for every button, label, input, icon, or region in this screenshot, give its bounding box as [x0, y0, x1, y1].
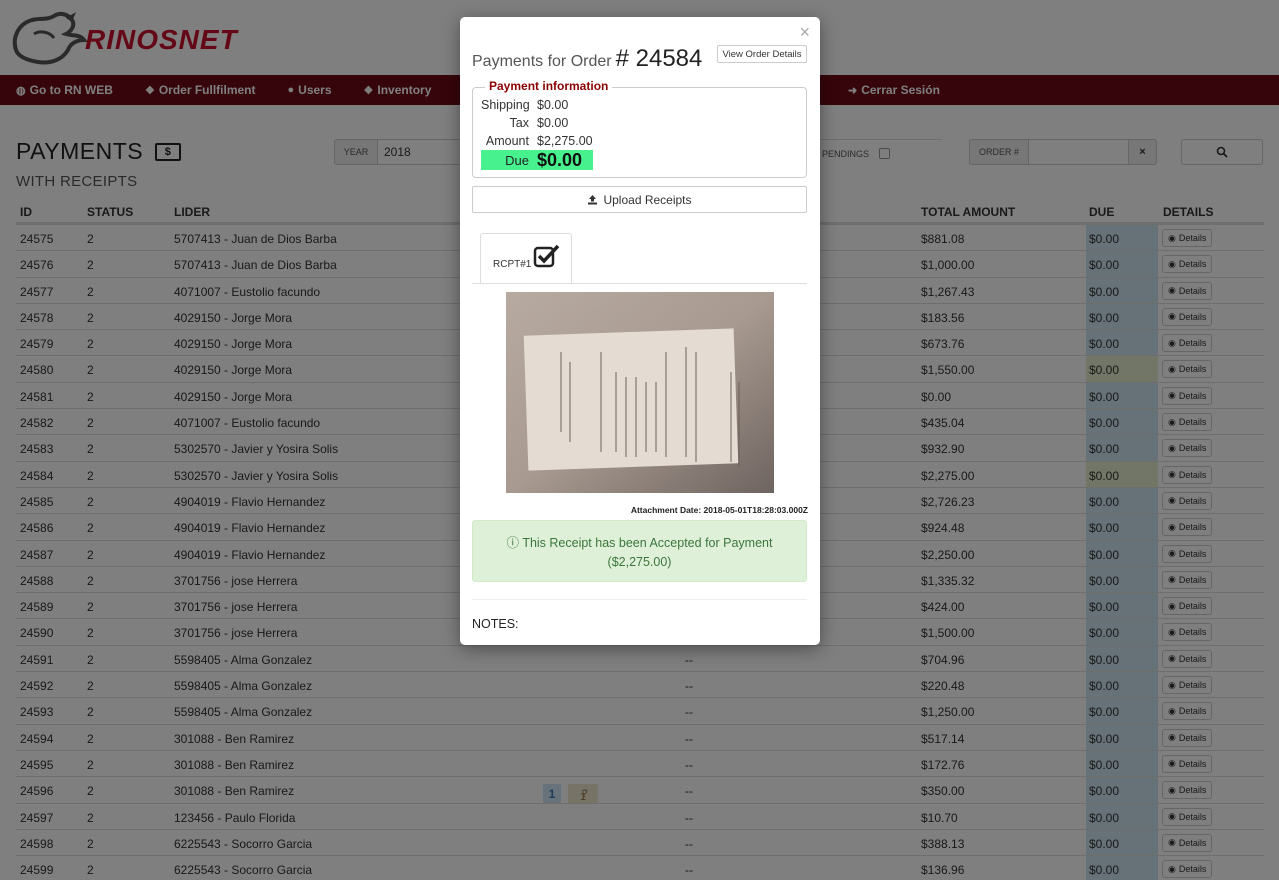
tab-divider	[472, 283, 807, 284]
amount-value: $2,275.00	[537, 134, 593, 148]
due-label: Due	[505, 152, 529, 168]
upload-receipts-button[interactable]: Upload Receipts	[472, 186, 807, 213]
amount-line: Amount $2,275.00	[481, 134, 593, 148]
notes-label: NOTES:	[472, 617, 519, 631]
due-value: $0.00	[537, 149, 583, 170]
shipping-line: Shipping $0.00	[481, 98, 568, 112]
payments-modal: × Payments for Order # 24584 View Order D…	[460, 17, 820, 645]
order-number: # 24584	[615, 45, 703, 72]
receipt-photo[interactable]	[506, 292, 774, 493]
checked-box-icon	[533, 244, 560, 268]
tax-value: $0.00	[537, 116, 569, 130]
amount-label: Amount	[485, 134, 529, 148]
modal-title-text: Payments for Order	[472, 53, 612, 70]
due-highlight: Due $0.00	[481, 150, 593, 170]
view-order-details-button[interactable]: View Order Details	[717, 45, 807, 63]
accepted-amount: ($2,275.00)	[607, 555, 672, 569]
tab-receipt-label: RCPT#1	[493, 259, 532, 270]
tax-line: Tax $0.00	[481, 116, 569, 130]
upload-receipts-label: Upload Receipts	[603, 192, 692, 207]
close-button[interactable]: ×	[799, 22, 810, 43]
shipping-value: $0.00	[537, 98, 569, 112]
tax-label: Tax	[509, 116, 529, 130]
attachment-date: Attachment Date: 2018-05-01T18:28:03.000…	[630, 505, 808, 515]
notes-divider	[472, 599, 807, 600]
tab-receipt-1[interactable]: RCPT#1	[480, 233, 572, 283]
shipping-label: Shipping	[481, 98, 530, 112]
payment-information: Payment information Shipping $0.00 Tax $0.…	[472, 79, 807, 178]
info-circle-icon: ⓘ	[506, 536, 520, 550]
accepted-alert: ⓘ This Receipt has been Accepted for Pay…	[472, 520, 807, 582]
upload-icon	[588, 195, 598, 205]
modal-title: Payments for Order # 24584	[472, 45, 702, 73]
accepted-message: This Receipt has been Accepted for Payme…	[522, 536, 773, 550]
payment-legend: Payment information	[485, 79, 613, 93]
